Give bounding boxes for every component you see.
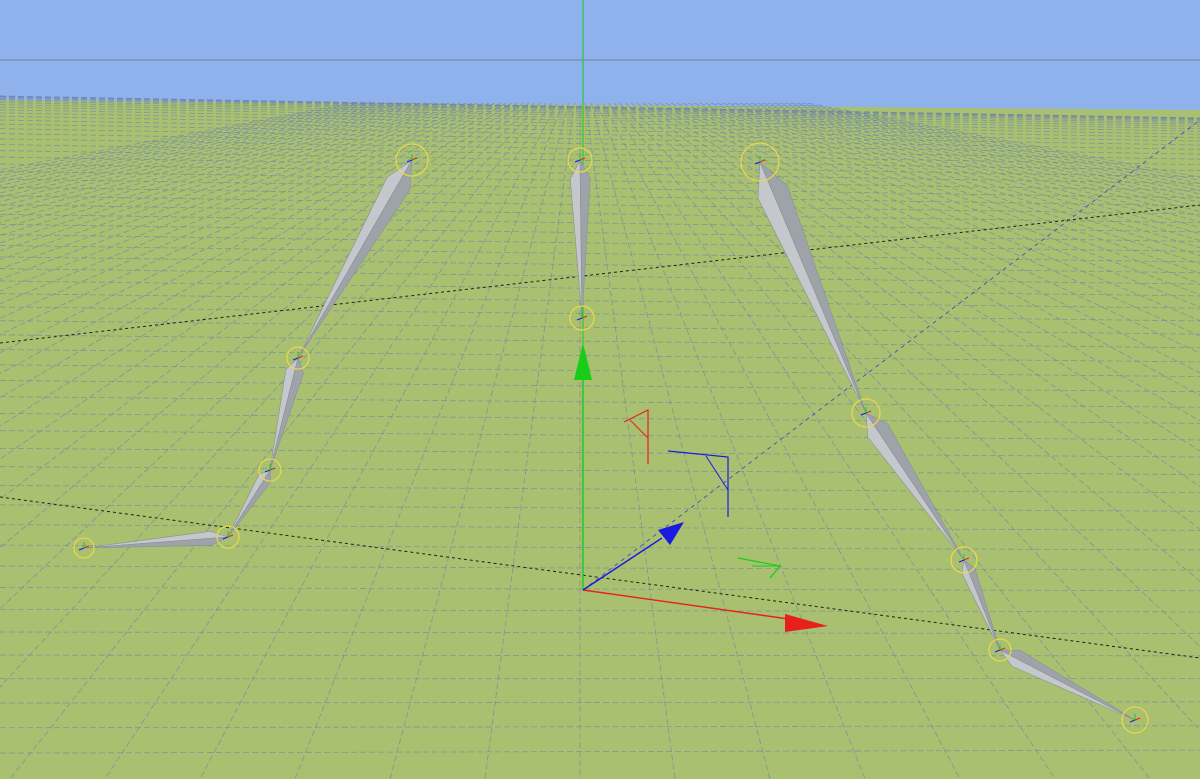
3d-viewport[interactable] [0, 0, 1200, 779]
viewport-canvas[interactable] [0, 0, 1200, 779]
ground-plane [0, 100, 1200, 779]
sky [0, 0, 1200, 110]
